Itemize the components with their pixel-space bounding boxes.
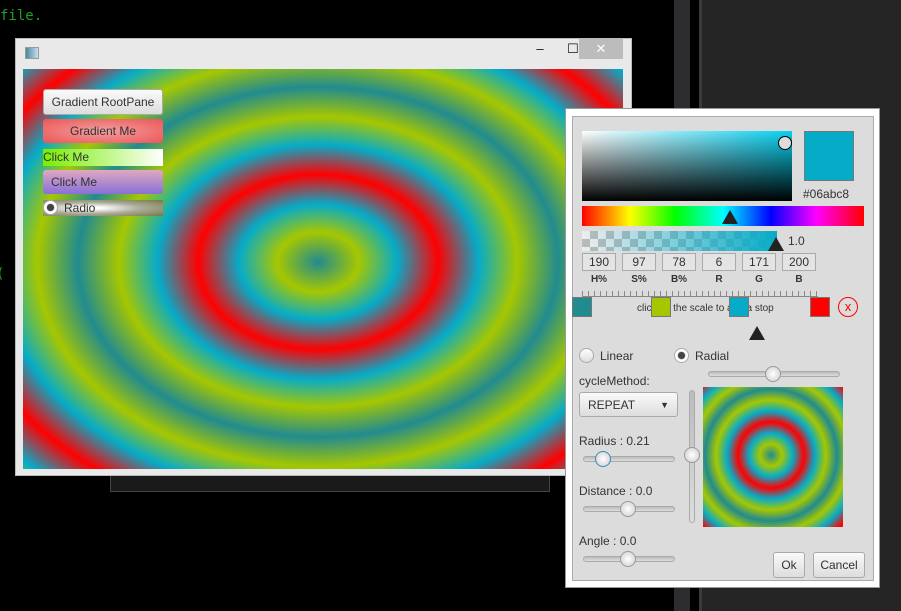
radial-label: Radial: [695, 349, 730, 363]
gradient-stop[interactable]: [810, 297, 830, 317]
hex-value: #06abc8: [803, 187, 850, 201]
radio-label: Radio: [64, 201, 96, 215]
angle-label: Angle : 0.0: [579, 534, 637, 548]
gradient-preview: [703, 387, 843, 527]
field-2[interactable]: 78: [662, 253, 696, 271]
gradient-rootpane-button[interactable]: Gradient RootPane: [43, 89, 163, 115]
field-5[interactable]: 200: [782, 253, 816, 271]
cancel-button[interactable]: Cancel: [813, 552, 865, 578]
cycle-method-select[interactable]: REPEAT ▼: [579, 392, 678, 417]
vertical-center-thumb[interactable]: [684, 447, 700, 463]
gradient-me-button[interactable]: Gradient Me: [43, 119, 163, 143]
radio-button[interactable]: Radio: [43, 200, 163, 216]
radius-label: Radius : 0.21: [579, 434, 650, 448]
field-label-1: S%: [631, 274, 647, 285]
code-text: file.: [0, 8, 43, 24]
color-swatch: [804, 131, 854, 181]
chevron-down-icon: ▼: [660, 400, 669, 410]
linear-radio[interactable]: [579, 348, 594, 363]
saturation-brightness-area[interactable]: [582, 131, 792, 201]
hue-slider[interactable]: [582, 206, 864, 226]
ok-button[interactable]: Ok: [773, 552, 805, 578]
click-me-field[interactable]: Click Me: [43, 149, 163, 166]
gradient-stop[interactable]: [729, 297, 750, 317]
alpha-slider[interactable]: [582, 231, 784, 251]
distance-label: Distance : 0.0: [579, 484, 653, 498]
field-4[interactable]: 171: [742, 253, 776, 271]
field-label-0: H%: [590, 274, 608, 285]
cycle-method-label: cycleMethod:: [579, 374, 650, 388]
radio-indicator: [43, 200, 58, 215]
code-fragment: (: [0, 266, 4, 282]
app-icon: [25, 47, 39, 59]
alpha-value: 1.0: [788, 234, 805, 248]
gradient-stop[interactable]: [572, 297, 592, 317]
radial-radio[interactable]: [674, 348, 689, 363]
app-window: ‒ ☐ ✕ Gradient RootPane Gradient Me Clic…: [15, 38, 632, 476]
field-0[interactable]: 190: [582, 253, 616, 271]
field-label-4: G: [755, 274, 763, 285]
click-me-button[interactable]: Click Me: [43, 170, 163, 194]
picker-panel: #06abc8 1.0 190 H% 97 S% 78 B% 6 R 171 G 200 B clic…: [572, 116, 874, 581]
gradient-picker-dialog: #06abc8 1.0 190 H% 97 S% 78 B% 6 R 171 G 200 B clic…: [565, 108, 880, 588]
radius-thumb[interactable]: [595, 451, 611, 467]
field-label-2: B%: [670, 274, 688, 285]
remove-stop-icon[interactable]: x: [838, 297, 858, 317]
hue-handle[interactable]: [722, 210, 738, 224]
alpha-handle[interactable]: [768, 237, 784, 251]
field-1[interactable]: 97: [622, 253, 656, 271]
gradient-scale[interactable]: [582, 291, 818, 297]
angle-thumb[interactable]: [620, 551, 636, 567]
cycle-method-value: REPEAT: [588, 398, 636, 412]
field-3[interactable]: 6: [702, 253, 736, 271]
field-label-5: B: [795, 274, 803, 285]
selected-stop-marker: [749, 326, 765, 340]
gradient-stop[interactable]: [650, 297, 671, 317]
horizontal-center-thumb[interactable]: [765, 366, 781, 382]
color-handle[interactable]: [778, 136, 792, 150]
gradient-root-pane: Gradient RootPane Gradient Me Click Me C…: [23, 69, 623, 469]
linear-label: Linear: [600, 349, 634, 363]
close-button[interactable]: ✕: [579, 39, 623, 59]
distance-thumb[interactable]: [620, 501, 636, 517]
field-label-3: R: [715, 274, 723, 285]
